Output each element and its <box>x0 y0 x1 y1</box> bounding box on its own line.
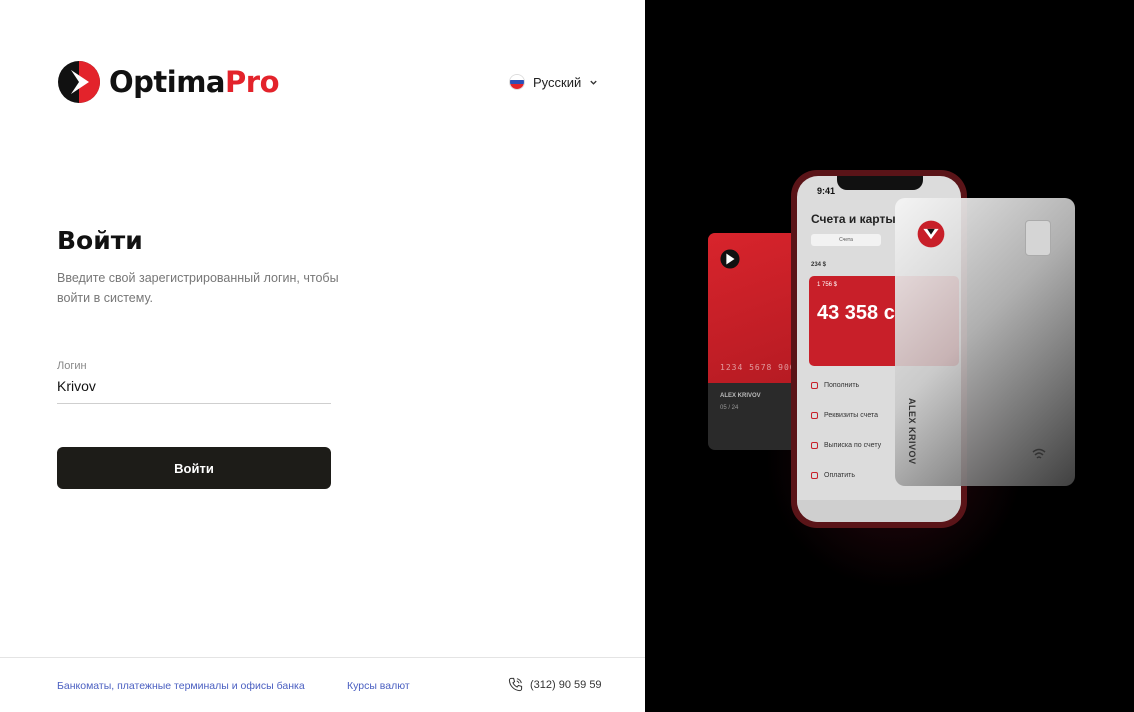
red-card-name: ALEX KRIVOV <box>720 393 761 399</box>
phone-screen-title: Счета и карты <box>811 212 896 226</box>
phone-tab: Счета <box>811 234 881 246</box>
support-phone[interactable]: (312) 90 59 59 <box>508 677 602 692</box>
chevron-down-icon <box>590 80 597 85</box>
white-card-name: ALEX KRIVOV <box>907 398 917 465</box>
brand-name: OptimaPro <box>109 65 279 99</box>
exchange-rates-link[interactable]: Курсы валют <box>347 680 410 692</box>
red-card-expiry: 05 / 24 <box>720 405 739 411</box>
phone-nav-bar <box>797 500 961 522</box>
russia-flag-icon <box>509 74 525 90</box>
phone-card-balance: 43 358 с <box>817 302 895 324</box>
phone-time: 9:41 <box>817 186 836 196</box>
promo-panel: 1234 5678 900 ALEX KRIVOV 05 / 24 9:41 С… <box>645 0 1134 712</box>
page-title: Войти <box>57 226 143 255</box>
phone-number: (312) 90 59 59 <box>530 678 602 691</box>
login-button[interactable]: Войти <box>57 447 331 489</box>
phone-menu-item: Пополнить <box>811 382 859 389</box>
brand-logo[interactable]: OptimaPro <box>57 60 279 104</box>
optima-logo-icon <box>58 61 100 103</box>
page-subtitle: Введите свой зарегистрированный логин, ч… <box>57 271 339 305</box>
language-selector[interactable]: Русский <box>509 74 598 90</box>
atm-offices-link[interactable]: Банкоматы, платежные терминалы и офисы б… <box>57 680 305 692</box>
language-label: Русский <box>533 74 582 90</box>
login-input[interactable] <box>57 376 331 404</box>
phone-sum: 234 $ <box>811 262 827 268</box>
phone-icon <box>508 677 523 692</box>
login-field-label: Логин <box>57 360 87 372</box>
phone-menu-item: Оплатить <box>811 472 855 479</box>
login-panel: OptimaPro Русский Войти Введите свой зар… <box>0 0 645 712</box>
phone-menu-item: Реквизиты счета <box>811 412 878 419</box>
phone-menu-item: Выписка по счету <box>811 442 881 449</box>
white-card-image: ALEX KRIVOV <box>895 198 1075 486</box>
optima-logo-icon <box>917 220 945 248</box>
card-chip <box>1025 220 1051 256</box>
footer-divider <box>0 657 645 658</box>
red-card-number: 1234 5678 900 <box>720 363 796 372</box>
optima-logo-icon <box>720 249 740 269</box>
contactless-icon <box>1032 448 1046 459</box>
login-field: Логин <box>57 360 331 404</box>
